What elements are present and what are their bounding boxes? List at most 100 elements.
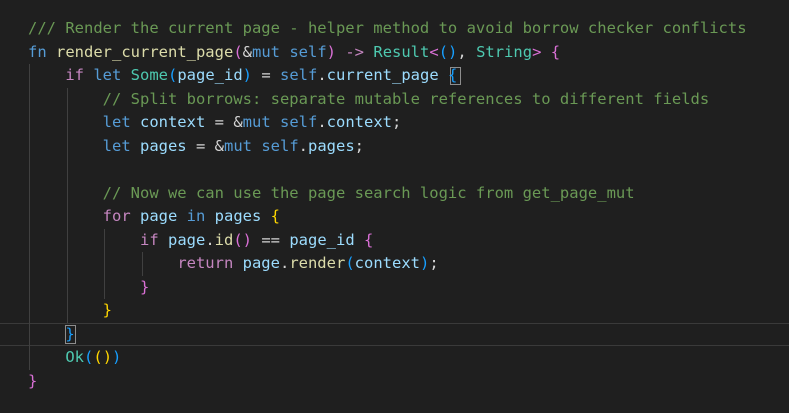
token: current_page [326, 66, 448, 84]
code-line[interactable]: } [28, 276, 747, 300]
code-line[interactable]: Ok(()) [28, 346, 747, 370]
token: -> [345, 42, 365, 61]
token: { [270, 207, 280, 225]
token: context [354, 254, 420, 272]
token: self [280, 66, 318, 84]
code-line[interactable]: // Split borrows: separate mutable refer… [28, 88, 747, 112]
token: mut [252, 42, 290, 61]
code-line[interactable] [28, 158, 747, 182]
token: ( [233, 42, 243, 61]
code-line[interactable]: let pages = &mut self.pages; [28, 135, 747, 159]
token: } [139, 277, 150, 296]
token: > [532, 42, 542, 61]
token: ) [448, 42, 458, 61]
token: ( [84, 348, 94, 366]
token: self [279, 113, 318, 131]
code-line[interactable]: if page.id() == page_id { [28, 229, 747, 253]
token: ( [438, 42, 449, 61]
token: ( [167, 66, 178, 84]
token: String [476, 42, 533, 61]
token: = [214, 113, 234, 131]
token: page [139, 207, 187, 225]
token: } [65, 324, 75, 343]
token: page_id [177, 66, 243, 84]
token: for [102, 207, 140, 225]
code-line[interactable]: } [28, 299, 747, 323]
token: . [298, 136, 308, 155]
token: . [205, 230, 215, 249]
code-line[interactable]: return page.render(context); [28, 252, 747, 276]
token: . [317, 66, 327, 84]
code-editor[interactable]: /// Render the current page - helper met… [0, 0, 789, 413]
token: ) [242, 66, 252, 84]
token: page [167, 230, 206, 249]
token: page_id [289, 230, 364, 249]
code-line[interactable]: /// Render the current page - helper met… [28, 17, 747, 41]
token: == [252, 230, 290, 249]
token: . [317, 113, 327, 131]
token: ( [345, 254, 355, 272]
token: /// Render the current page - helper met… [28, 19, 747, 37]
token: in [186, 207, 215, 225]
token: id [214, 230, 234, 249]
token: context [326, 113, 392, 131]
token: { [550, 42, 561, 61]
token: page [242, 254, 280, 272]
token: = [195, 136, 215, 155]
token: ; [391, 113, 402, 131]
code-line[interactable]: if let Some(page_id) = self.current_page… [28, 64, 747, 88]
token: let [102, 136, 140, 155]
token: ; [354, 136, 365, 155]
code-line[interactable]: } [28, 323, 747, 347]
token: let [102, 113, 140, 131]
token: self [289, 42, 327, 61]
token: = [252, 66, 280, 84]
code-line[interactable]: // Now we can use the page search logic … [28, 182, 747, 206]
code-line[interactable]: } [28, 370, 747, 394]
token: ) [419, 254, 430, 272]
token: // Now we can use the page search logic … [102, 183, 635, 202]
token: ) [326, 42, 336, 61]
token: self [261, 136, 299, 155]
token: Some [130, 66, 168, 84]
code-line[interactable]: fn render_current_page(&mut self) -> Res… [28, 41, 747, 65]
code-line[interactable]: for page in pages { [28, 205, 747, 229]
token: . [279, 254, 290, 272]
token: render [289, 254, 346, 272]
token: Ok [65, 348, 84, 366]
token: & [233, 113, 243, 131]
token: { [448, 66, 458, 84]
token: mut [224, 136, 262, 155]
token: return [177, 254, 243, 272]
code-text-layer: /// Render the current page - helper met… [28, 17, 747, 393]
token: pages [139, 136, 196, 155]
token: context [139, 113, 215, 131]
token: if [65, 66, 94, 84]
token: ) [242, 230, 253, 249]
token: { [364, 230, 374, 249]
token: pages [308, 136, 355, 155]
token: ; [429, 254, 439, 272]
token: pages [214, 207, 271, 225]
token: ( [93, 348, 103, 366]
token: fn [28, 42, 56, 61]
token: } [28, 371, 38, 390]
token: mut [242, 113, 280, 131]
token: // Split borrows: separate mutable refer… [102, 89, 710, 108]
token: ( [233, 230, 243, 249]
code-line[interactable]: let context = &mut self.context; [28, 111, 747, 135]
token: if [139, 230, 168, 249]
